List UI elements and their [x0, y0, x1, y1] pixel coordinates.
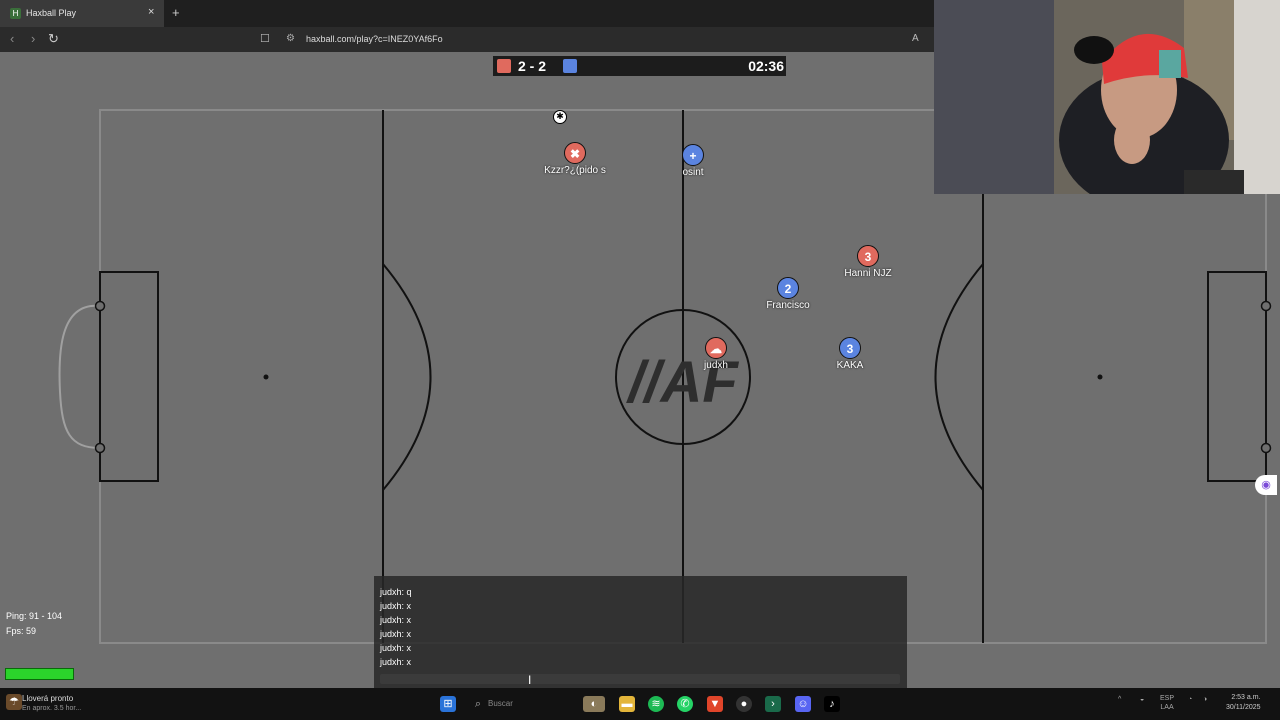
player-avatar: + [682, 144, 704, 166]
fps-stat: Fps: 59 [6, 626, 37, 636]
url-field[interactable]: haxball.com/play?c=INEZ0YAf6Fo [306, 34, 443, 44]
player-name: Francisco [766, 300, 810, 311]
back-icon[interactable]: ‹ [10, 31, 14, 46]
webcam-overlay [934, 0, 1280, 194]
tray-app-icon[interactable]: ◒ [1140, 696, 1144, 703]
tray-chevron-icon[interactable]: ^ [1118, 696, 1121, 703]
text-cursor-icon: I [528, 673, 532, 687]
ping-stat: Ping: 91 - 104 [6, 611, 63, 621]
translate-icon[interactable]: A [912, 33, 919, 44]
player-francisco: 2 Francisco [733, 277, 843, 311]
weather-widget[interactable]: Lloverá pronto En aprox. 3.5 hor... [22, 694, 81, 714]
clock-date: 30/11/2025 [1226, 704, 1261, 711]
chat-message: judxh: q [380, 587, 412, 597]
chat-message: judxh: x [380, 657, 412, 667]
weather-title: Lloverá pronto [22, 694, 74, 703]
red-team-icon [497, 59, 511, 73]
chat-panel: judxh: q judxh: x judxh: x judxh: x judx… [374, 576, 907, 688]
volume-icon[interactable]: ◑ [1203, 696, 1207, 703]
match-timer: 02:36 [748, 58, 784, 74]
chat-input[interactable] [380, 674, 900, 684]
forward-icon[interactable]: › [31, 31, 35, 46]
clock-time: 2:53 a.m. [1231, 694, 1261, 701]
scoreboard: 2 - 2 02:36 [493, 56, 786, 76]
tab-haxball-play[interactable]: H Haxball Play × [0, 0, 164, 27]
brave-browser-icon[interactable]: ▼ [707, 696, 723, 712]
language-code: ESP [1160, 695, 1175, 702]
site-info-icon[interactable]: ⚙ [286, 33, 295, 44]
spotify-icon[interactable]: ≋ [648, 696, 664, 712]
chat-message: judxh: x [380, 629, 412, 639]
player-avatar: ✖ [564, 142, 586, 164]
discord-icon[interactable]: ☺ [795, 696, 811, 712]
chat-message: judxh: x [380, 615, 412, 625]
widgets-icon[interactable]: ◐ [583, 696, 605, 712]
player-name: Kzzr?¿(pido s [544, 165, 606, 176]
tiktok-icon[interactable]: ♪ [824, 696, 840, 712]
haxball-favicon-icon: H [10, 8, 21, 19]
player-name: KAKA [836, 360, 864, 371]
file-explorer-icon[interactable]: ▬ [619, 696, 635, 712]
search-box[interactable]: Buscar [488, 695, 592, 713]
tab-title: Haxball Play [26, 8, 77, 18]
webcam-feed [934, 0, 1280, 194]
system-clock[interactable]: 2:53 a.m. 30/11/2025 [1226, 693, 1261, 713]
weather-subtitle: En aprox. 3.5 hor... [22, 705, 82, 712]
player-judxh: ☁ judxh [661, 337, 771, 371]
new-tab-icon[interactable]: + [172, 5, 180, 20]
bookmark-icon[interactable]: ☐ [260, 32, 270, 45]
player-kaka: 3 KAKA [795, 337, 905, 371]
player-avatar: ☁ [705, 337, 727, 359]
chat-message: judxh: x [380, 601, 412, 611]
player-name: osint [682, 167, 704, 178]
player-hanni: 3 Hanni NJZ [813, 245, 923, 279]
score: 2 - 2 [518, 58, 547, 74]
blue-team-icon [563, 59, 577, 73]
network-graph [5, 668, 74, 680]
extension-icon[interactable]: ◉ [1255, 475, 1277, 495]
obs-icon[interactable]: ● [736, 696, 752, 712]
weather-icon[interactable]: ☂ [6, 694, 22, 710]
close-tab-icon[interactable]: × [148, 6, 154, 18]
windows-start-icon[interactable]: ⊞ [440, 696, 456, 712]
terminal-icon[interactable]: › [765, 696, 781, 712]
player-kzzr: ✖ Kzzr?¿(pido s [520, 142, 630, 176]
wifi-icon[interactable]: ◔ [1188, 696, 1192, 703]
player-avatar: 3 [839, 337, 861, 359]
player-osint: + osint [638, 144, 748, 178]
taskbar: ☂ Lloverá pronto En aprox. 3.5 hor... ⊞ … [0, 688, 1280, 720]
chat-message: judxh: x [380, 643, 412, 653]
whatsapp-icon[interactable]: ✆ [677, 696, 693, 712]
language-layout: LAA [1160, 704, 1174, 711]
player-avatar: 2 [777, 277, 799, 299]
search-icon[interactable]: ⌕ [470, 696, 486, 712]
player-name: judxh [704, 360, 728, 371]
player-avatar: 3 [857, 245, 879, 267]
language-indicator[interactable]: ESP LAA [1160, 694, 1174, 712]
reload-icon[interactable]: ↻ [48, 31, 59, 47]
ball-icon: ✱ [553, 110, 567, 124]
